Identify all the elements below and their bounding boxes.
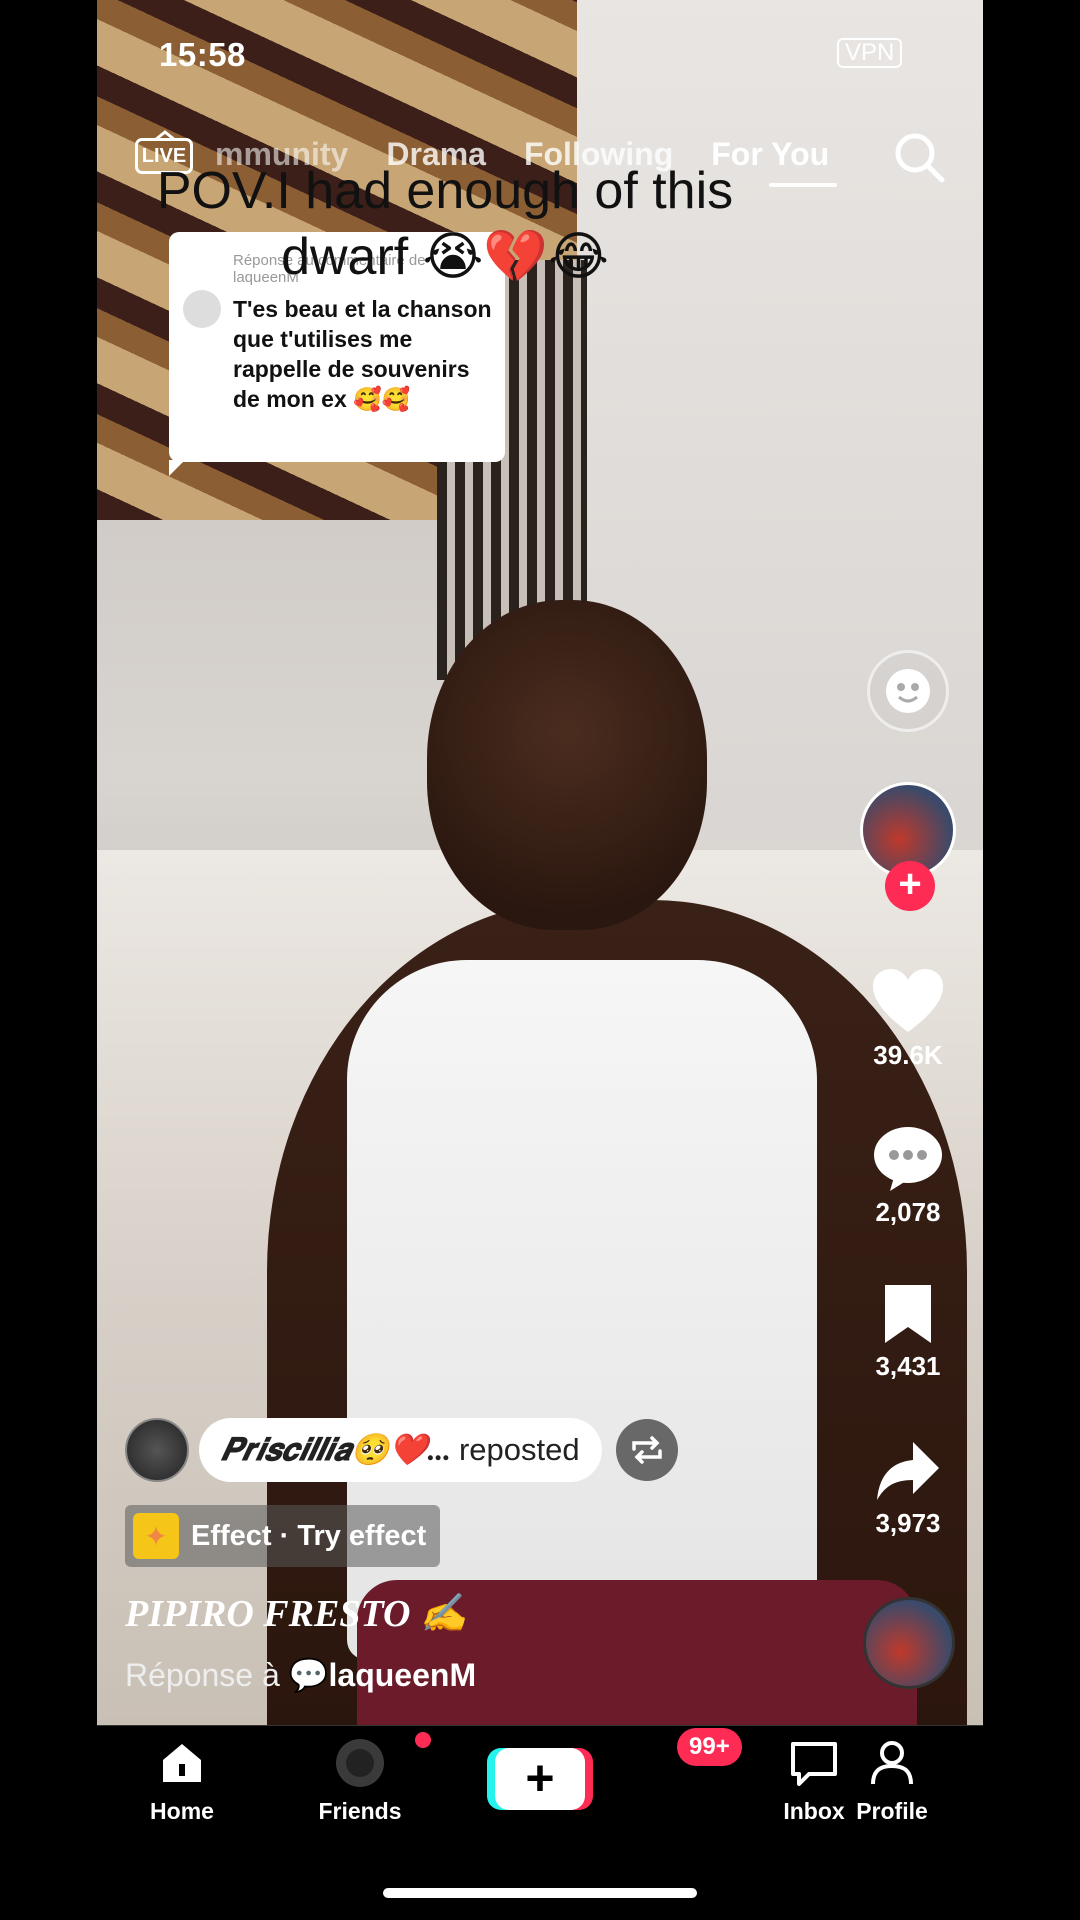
reposter-name: 𝑷𝒓𝒊𝒔𝒄𝒊𝒍𝒍𝒊𝒂🥺❤️... [221, 1432, 451, 1467]
person-head [427, 600, 707, 930]
commenter-avatar [183, 290, 221, 328]
create-button[interactable]: + [487, 1748, 593, 1810]
ai-emoji-button[interactable] [867, 650, 949, 732]
bottom-nav: Home Friends + Inbox 99+ Profile [97, 1726, 983, 1846]
phone-screen: 15:58 VPN LIVE mmunity Drama Following F… [97, 0, 983, 1920]
effect-chip[interactable]: ✦ Effect · Try effect [125, 1505, 441, 1567]
creator-username[interactable]: PIPIRO FRESTO ✍️ [125, 1592, 467, 1636]
plus-icon: + [495, 1748, 585, 1810]
comment-count: 2,078 [875, 1197, 941, 1227]
share-arrow-icon [877, 1442, 939, 1500]
save-button[interactable]: 3,431 [852, 1283, 964, 1382]
like-button[interactable]: 39.6K [852, 968, 964, 1071]
nav-home-label: Home [150, 1798, 214, 1824]
vpn-indicator: VPN [837, 38, 903, 68]
repost-icon [631, 1436, 662, 1464]
like-count: 39.6K [873, 1040, 943, 1070]
smiley-icon [886, 669, 930, 713]
comment-button[interactable]: 2,078 [852, 1125, 964, 1228]
reply-to-line: Réponse à 💬laqueenM [125, 1656, 476, 1694]
music-disc[interactable] [863, 1597, 955, 1689]
share-button[interactable]: 3,973 [852, 1440, 964, 1539]
sticker-tail [169, 460, 185, 476]
friends-notification-dot [415, 1732, 431, 1748]
home-indicator[interactable] [383, 1888, 697, 1898]
bookmark-icon [885, 1285, 931, 1343]
video-caption: POV.I had enough of this dwarf 😭💔😂 [156, 162, 734, 286]
effect-sparkle-icon: ✦ [133, 1513, 179, 1559]
reposted-label: reposted [458, 1432, 580, 1467]
save-count: 3,431 [875, 1351, 941, 1381]
reply-sticker-text: T'es beau et la chanson que t'utilises m… [233, 296, 492, 412]
reply-to-user[interactable]: 💬laqueenM [289, 1657, 476, 1693]
share-count: 3,973 [875, 1508, 941, 1538]
reposter-avatar[interactable] [125, 1418, 189, 1482]
nav-friends-label: Friends [318, 1798, 402, 1824]
repost-button[interactable] [615, 1419, 678, 1481]
heart-icon [873, 969, 943, 1032]
inbox-badge: 99+ [677, 1728, 742, 1766]
profile-icon [871, 1741, 913, 1785]
repost-row: 𝑷𝒓𝒊𝒔𝒄𝒊𝒍𝒍𝒊𝒂🥺❤️... reposted [125, 1418, 678, 1482]
nav-friends[interactable]: Friends [290, 1738, 430, 1825]
nav-profile[interactable]: Profile [822, 1738, 962, 1825]
comment-bubble-icon [874, 1127, 942, 1191]
nav-profile-label: Profile [856, 1798, 928, 1824]
search-icon[interactable] [892, 130, 946, 184]
friends-avatar-icon [336, 1739, 384, 1787]
status-time: 15:58 [159, 36, 246, 73]
reply-prefix: Réponse à [125, 1657, 280, 1693]
nav-home[interactable]: Home [112, 1738, 252, 1825]
effect-label: Effect · Try effect [191, 1519, 427, 1552]
follow-plus-button[interactable]: + [885, 861, 935, 911]
repost-pill[interactable]: 𝑷𝒓𝒊𝒔𝒄𝒊𝒍𝒍𝒊𝒂🥺❤️... reposted [199, 1418, 602, 1482]
home-icon [163, 1744, 201, 1782]
